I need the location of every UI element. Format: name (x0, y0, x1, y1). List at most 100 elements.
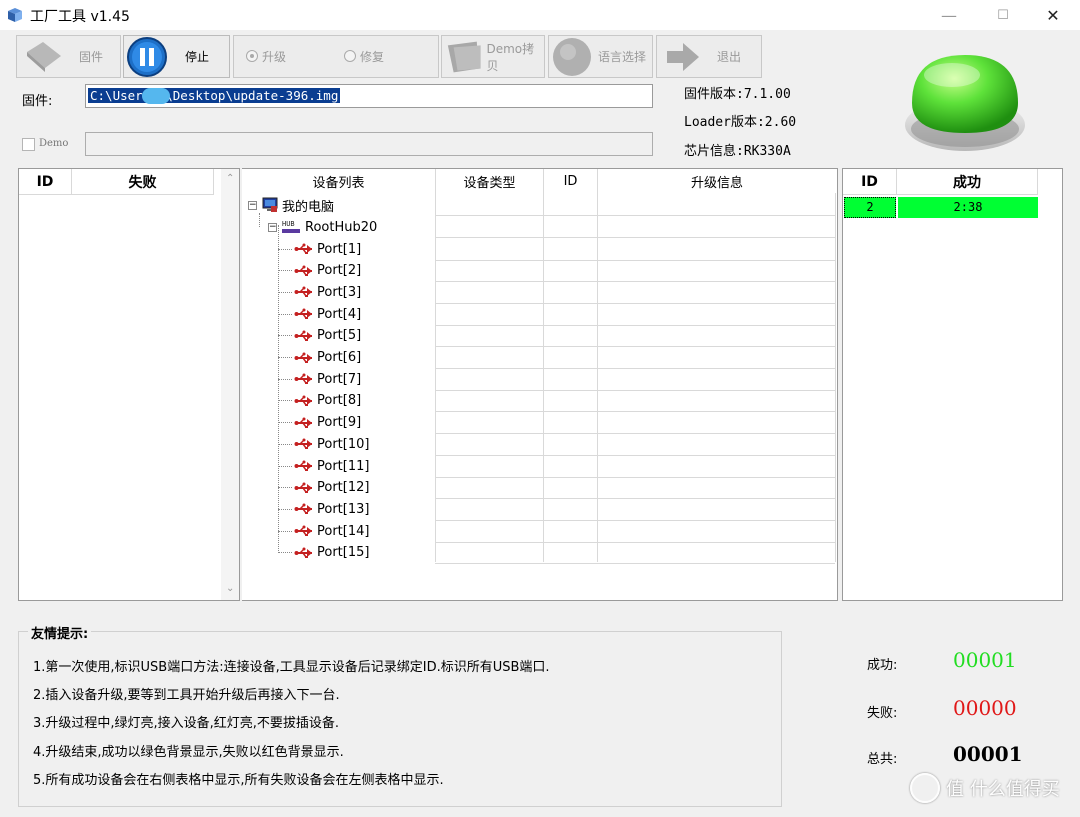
tree-item-port[interactable]: Port[6] (278, 348, 361, 368)
fail-table-header-id[interactable]: ID (19, 169, 72, 195)
row-divider (435, 302, 835, 304)
upgrade-radio[interactable] (246, 50, 258, 62)
grid-line (597, 193, 598, 562)
tree-item-port[interactable]: Port[13] (278, 499, 369, 519)
firmware-path-input[interactable]: C:\Users\ \Desktop\update-396.img (85, 84, 653, 108)
maximize-button[interactable]: ☐ (980, 0, 1026, 30)
usb-port-icon (294, 395, 312, 406)
exit-button-label: 退出 (717, 50, 742, 64)
demo-copy-button[interactable]: Demo拷贝 (441, 35, 545, 78)
usb-port-icon (294, 352, 312, 363)
app-icon (8, 8, 22, 22)
tree-item-port[interactable]: Port[12] (278, 478, 369, 498)
collapse-icon[interactable]: − (248, 200, 257, 210)
tree-item-port[interactable]: Port[11] (278, 456, 369, 476)
row-divider (435, 237, 835, 238)
firmware-version: 固件版本:7.1.00 (684, 87, 791, 102)
demo-checkbox-label: Demo (39, 138, 69, 149)
tree-item-port[interactable]: Port[2] (278, 261, 361, 281)
pause-icon (127, 36, 167, 77)
tree-item-label: Port[14] (317, 523, 370, 539)
row-divider (435, 433, 835, 435)
tree-item-port[interactable]: Port[10] (278, 434, 369, 454)
svg-text:HUB: HUB (282, 220, 295, 228)
tree-item-port[interactable]: Port[3] (278, 282, 361, 302)
watermark: 值 什么值得买 (910, 773, 1060, 803)
exit-button[interactable]: 退出 (656, 35, 762, 78)
tree-item-port[interactable]: Port[1] (278, 239, 361, 259)
tree-header-upgrade-info[interactable]: 升级信息 (598, 169, 836, 193)
tree-connector (278, 487, 292, 489)
tree-item-label: Port[5] (317, 328, 362, 344)
tree-item-label: Port[15] (317, 545, 370, 561)
row-divider (435, 368, 835, 369)
tree-connector (278, 443, 292, 445)
tree-connector (278, 400, 292, 402)
device-tree[interactable]: 设备列表 设备类型 ID 升级信息 − 我的电脑 − HUB RootHub20… (242, 168, 838, 601)
usb-port-icon (294, 286, 312, 298)
firmware-button[interactable]: 固件 (16, 35, 121, 78)
redaction-blob (142, 88, 170, 104)
tree-item-port[interactable]: Port[5] (278, 326, 361, 346)
tree-item-my-computer[interactable]: − 我的电脑 (248, 195, 334, 215)
usb-port-icon (294, 438, 312, 450)
tree-item-port[interactable]: Port[7] (278, 369, 361, 389)
success-table-header-id[interactable]: ID (843, 169, 897, 195)
usb-port-icon (294, 547, 312, 558)
success-table-header-success[interactable]: 成功 (897, 169, 1038, 195)
demo-checkbox[interactable] (22, 138, 35, 151)
repair-radio[interactable] (344, 50, 356, 62)
tree-connector (278, 270, 292, 272)
row-divider (435, 389, 835, 391)
tree-item-port[interactable]: Port[15] (278, 543, 369, 563)
fail-table-scrollbar[interactable]: ⌃ ⌄ (221, 169, 239, 600)
close-button[interactable]: ✕ (1030, 0, 1076, 30)
collapse-icon[interactable]: − (268, 222, 277, 232)
demo-path-input[interactable] (85, 132, 653, 156)
usb-port-icon (294, 330, 312, 341)
tree-connector (278, 357, 292, 358)
grid-line (835, 193, 836, 562)
fail-table-header-fail[interactable]: 失败 (72, 169, 214, 195)
success-table[interactable]: ID 成功 2 2:38 (842, 168, 1063, 601)
tree-connector (278, 313, 292, 315)
row-divider (435, 346, 835, 348)
tree-header-id[interactable]: ID (544, 169, 598, 193)
fail-table[interactable]: ID 失败 ⌃ ⌄ (18, 168, 240, 601)
tips-title: 友情提示: (28, 623, 92, 642)
row-divider (435, 541, 835, 543)
tip-item: 4.升级结束,成功以绿色背景显示,失败以红色背景显示. (33, 745, 344, 760)
tree-connector (278, 248, 292, 250)
stop-button-label: 停止 (185, 50, 210, 64)
row-divider (435, 454, 835, 456)
tree-item-label: Port[8] (317, 393, 362, 409)
tree-item-label: 我的电脑 (282, 199, 335, 215)
tree-item-roothub[interactable]: − HUB RootHub20 (268, 217, 377, 237)
fail-count-label: 失败: (867, 706, 898, 721)
scroll-up-icon[interactable]: ⌃ (226, 173, 234, 184)
tree-item-port[interactable]: Port[14] (278, 521, 369, 541)
minimize-button[interactable]: — (926, 0, 972, 30)
tree-item-label: Port[12] (317, 480, 370, 496)
tree-item-port[interactable]: Port[4] (278, 304, 361, 324)
firmware-button-label: 固件 (79, 50, 104, 64)
tip-item: 2.插入设备升级,要等到工具开始升级后再接入下一台. (33, 688, 340, 703)
usb-port-icon (294, 503, 312, 515)
grid-line (543, 193, 544, 562)
tree-header-device-list[interactable]: 设备列表 (242, 169, 436, 193)
tree-header-device-type[interactable]: 设备类型 (436, 169, 544, 193)
tree-item-port[interactable]: Port[9] (278, 413, 361, 433)
stop-button[interactable]: 停止 (123, 35, 230, 78)
row-divider (435, 324, 835, 326)
tree-item-label: Port[13] (317, 501, 370, 517)
grid-line (435, 193, 436, 562)
tree-item-label: Port[9] (317, 415, 362, 431)
success-row[interactable]: 2 2:38 (844, 197, 1038, 218)
scroll-down-icon[interactable]: ⌄ (226, 583, 234, 594)
tree-item-port[interactable]: Port[8] (278, 391, 361, 411)
success-count-label: 成功: (867, 658, 898, 673)
language-button[interactable]: 语言选择 (548, 35, 653, 78)
tree-connector (259, 213, 260, 227)
language-button-label: 语言选择 (598, 50, 647, 64)
watermark-logo-icon (910, 773, 940, 803)
